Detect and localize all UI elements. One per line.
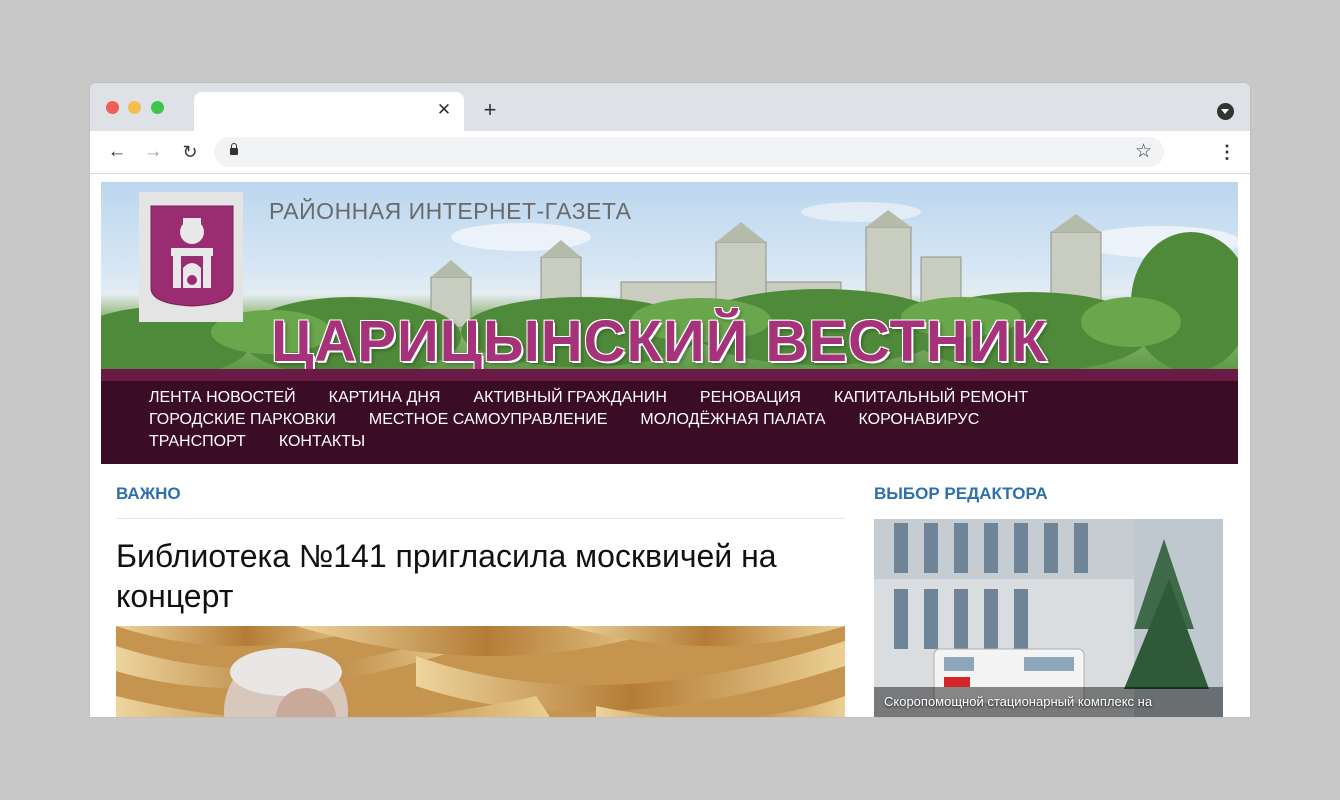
reload-icon[interactable]: ↻ [178,140,202,164]
crest-icon [150,205,234,307]
site-banner[interactable]: РАЙОННАЯ ИНТЕРНЕТ-ГАЗЕТА ЦАРИЦЫНСКИЙ ВЕС… [101,182,1238,369]
nav-item-7[interactable]: МЕСТНОЕ САМОУПРАВЛЕНИЕ [369,411,608,428]
arrow-left-icon[interactable]: ← [105,140,129,164]
kebab-menu-icon[interactable]: ⋮ [1218,140,1236,164]
plus-icon[interactable]: + [478,98,502,122]
article-hero-image[interactable] [116,626,845,717]
browser-window: ✕ + ← → ↻ ☆ ⋮ РАЙОННАЯ ИНТЕРНЕТ-ГАЗЕТА Ц… [90,83,1250,717]
main-navigation: ЛЕНТА НОВОСТЕЙ КАРТИНА ДНЯ АКТИВНЫЙ ГРАЖДА… [101,369,1238,464]
nav-item-10[interactable]: ТРАНСПОРТ [149,433,246,450]
arrow-right-icon[interactable]: → [141,140,165,164]
tab-search-icon[interactable] [1217,103,1234,120]
nav-item-9[interactable]: КОРОНАВИРУС [858,411,979,428]
editor-card-caption: Скоропомощной стационарный комплекс на [884,694,1153,709]
url-input[interactable] [250,142,1114,164]
nav-menu-list: ЛЕНТА НОВОСТЕЙ КАРТИНА ДНЯ АКТИВНЫЙ ГРАЖДА… [149,389,1109,450]
site-subtitle: РАЙОННАЯ ИНТЕРНЕТ-ГАЗЕТА [269,198,632,224]
nav-item-3[interactable]: АКТИВНЫЙ ГРАЖДАНИН [473,389,666,406]
section-label-editors-choice[interactable]: ВЫБОР РЕДАКТОРА [874,484,1048,504]
close-icon[interactable]: ✕ [434,100,454,120]
tab-strip: ✕ + [90,83,1250,131]
section-label-important[interactable]: ВАЖНО [116,484,181,504]
window-close-button[interactable] [106,101,119,114]
nav-item-6[interactable]: ГОРОДСКИЕ ПАРКОВКИ [149,411,336,428]
browser-toolbar: ← → ↻ ☆ ⋮ [90,131,1250,174]
hero-photo [116,626,845,717]
nav-item-4[interactable]: РЕНОВАЦИЯ [700,389,801,406]
site-title: ЦАРИЦЫНСКИЙ ВЕСТНИК [271,309,1048,370]
window-maximize-button[interactable] [151,101,164,114]
lock-icon [230,143,238,155]
editor-card-photo [874,519,1223,717]
star-icon[interactable]: ☆ [1135,140,1152,164]
page-viewport: РАЙОННАЯ ИНТЕРНЕТ-ГАЗЕТА ЦАРИЦЫНСКИЙ ВЕС… [90,174,1250,717]
nav-item-8[interactable]: МОЛОДЁЖНАЯ ПАЛАТА [640,411,825,428]
window-minimize-button[interactable] [128,101,141,114]
browser-tab-active[interactable]: ✕ [194,92,464,131]
address-bar[interactable]: ☆ [214,137,1164,167]
coat-of-arms-logo[interactable] [139,192,243,322]
nav-item-2[interactable]: КАРТИНА ДНЯ [329,389,441,406]
nav-item-11[interactable]: КОНТАКТЫ [279,433,365,450]
section-divider [116,518,845,519]
nav-item-1[interactable]: ЛЕНТА НОВОСТЕЙ [149,389,296,406]
nav-item-5[interactable]: КАПИТАЛЬНЫЙ РЕМОНТ [834,389,1028,406]
editors-choice-card[interactable]: Скоропомощной стационарный комплекс на [874,519,1223,717]
article-headline[interactable]: Библиотека №141 пригласила москвичей на … [116,536,846,616]
